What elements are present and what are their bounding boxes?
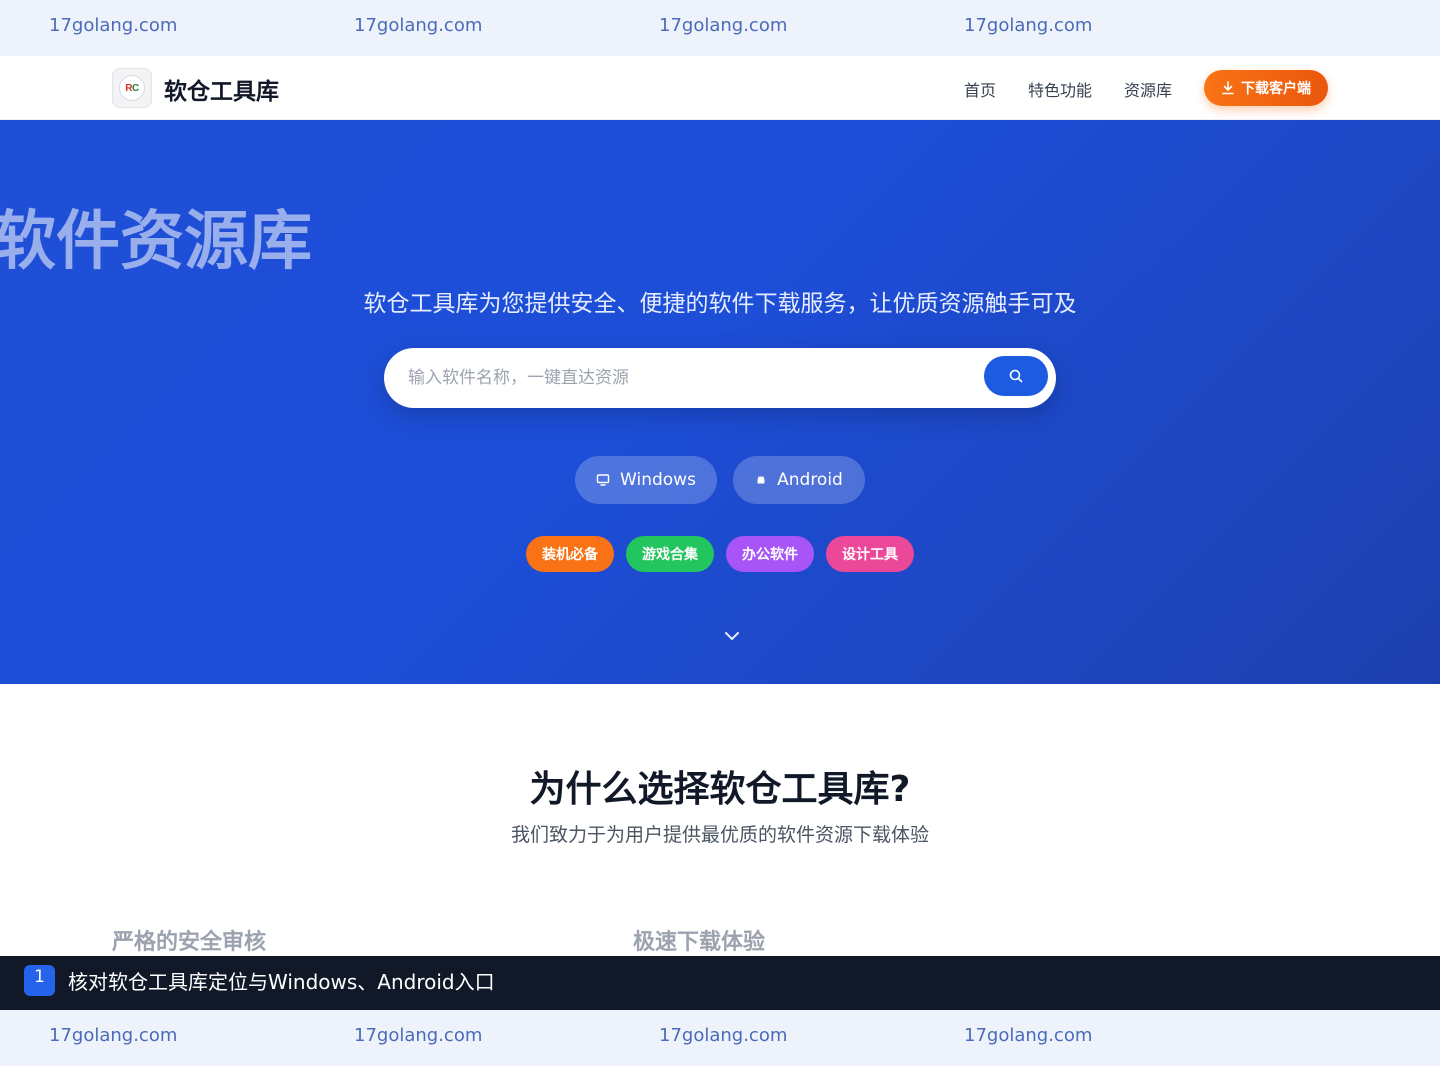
watermark-text: 17golang.com bbox=[49, 1025, 178, 1046]
site-logo[interactable]: RC bbox=[112, 68, 152, 108]
feature-title-speed: 极速下载体验 bbox=[633, 930, 766, 955]
step-number-badge: 1 bbox=[24, 965, 55, 996]
nav-item-features[interactable]: 特色功能 bbox=[1028, 77, 1092, 101]
why-section-title: 为什么选择软仓工具库? bbox=[529, 769, 911, 810]
hero-section: 软件资源库 软仓工具库为您提供安全、便捷的软件下载服务，让优质资源触手可及 Wi… bbox=[0, 120, 1440, 684]
watermark-text: 17golang.com bbox=[964, 15, 1093, 36]
watermark-text: 17golang.com bbox=[354, 15, 483, 36]
why-section-subtitle: 我们致力于为用户提供最优质的软件资源下载体验 bbox=[510, 824, 929, 846]
download-client-button[interactable]: 下载客户端 bbox=[1204, 70, 1328, 106]
step-instruction-bar: 1 核对软仓工具库定位与Windows、Android入口 bbox=[0, 956, 1440, 1010]
search-button[interactable] bbox=[984, 356, 1048, 396]
chevron-down-icon[interactable] bbox=[722, 628, 742, 644]
feature-title-security: 严格的安全审核 bbox=[112, 930, 267, 955]
watermark-text: 17golang.com bbox=[659, 1025, 788, 1046]
watermark-text: 17golang.com bbox=[354, 1025, 483, 1046]
tag-design[interactable]: 设计工具 bbox=[826, 536, 914, 572]
monitor-icon bbox=[596, 474, 610, 486]
logo-letter-r: R bbox=[125, 82, 132, 94]
android-icon bbox=[757, 476, 765, 484]
logo-icon: RC bbox=[119, 75, 145, 101]
tag-essentials[interactable]: 装机必备 bbox=[526, 536, 614, 572]
nav-item-home[interactable]: 首页 bbox=[964, 77, 996, 101]
platform-android-button[interactable]: Android bbox=[733, 456, 865, 504]
search-icon bbox=[1009, 369, 1023, 383]
platform-windows-button[interactable]: Windows bbox=[575, 456, 717, 504]
watermark-bar-top: 17golang.com 17golang.com 17golang.com 1… bbox=[0, 0, 1440, 56]
step-instruction-text: 核对软仓工具库定位与Windows、Android入口 bbox=[68, 970, 495, 994]
brand-name[interactable]: 软仓工具库 bbox=[164, 72, 279, 106]
watermark-text: 17golang.com bbox=[49, 15, 178, 36]
platform-windows-label: Windows bbox=[620, 470, 696, 490]
watermark-bar-bottom: 17golang.com 17golang.com 17golang.com 1… bbox=[0, 1010, 1440, 1066]
platform-android-label: Android bbox=[777, 470, 843, 490]
hero-subtitle: 软仓工具库为您提供安全、便捷的软件下载服务，让优质资源触手可及 bbox=[363, 291, 1077, 317]
watermark-text: 17golang.com bbox=[659, 15, 788, 36]
hero-big-title: 软件资源库 bbox=[0, 205, 312, 279]
watermark-text: 17golang.com bbox=[964, 1025, 1093, 1046]
search-input[interactable] bbox=[408, 348, 968, 408]
tag-office[interactable]: 办公软件 bbox=[726, 536, 814, 572]
tag-games[interactable]: 游戏合集 bbox=[626, 536, 714, 572]
site-header: RC 软仓工具库 首页 特色功能 资源库 下载客户端 bbox=[0, 56, 1440, 120]
download-client-label: 下载客户端 bbox=[1241, 81, 1311, 97]
nav-item-library[interactable]: 资源库 bbox=[1124, 77, 1172, 101]
download-icon bbox=[1222, 81, 1234, 95]
logo-letter-c: C bbox=[132, 82, 139, 94]
search-box bbox=[384, 348, 1056, 408]
